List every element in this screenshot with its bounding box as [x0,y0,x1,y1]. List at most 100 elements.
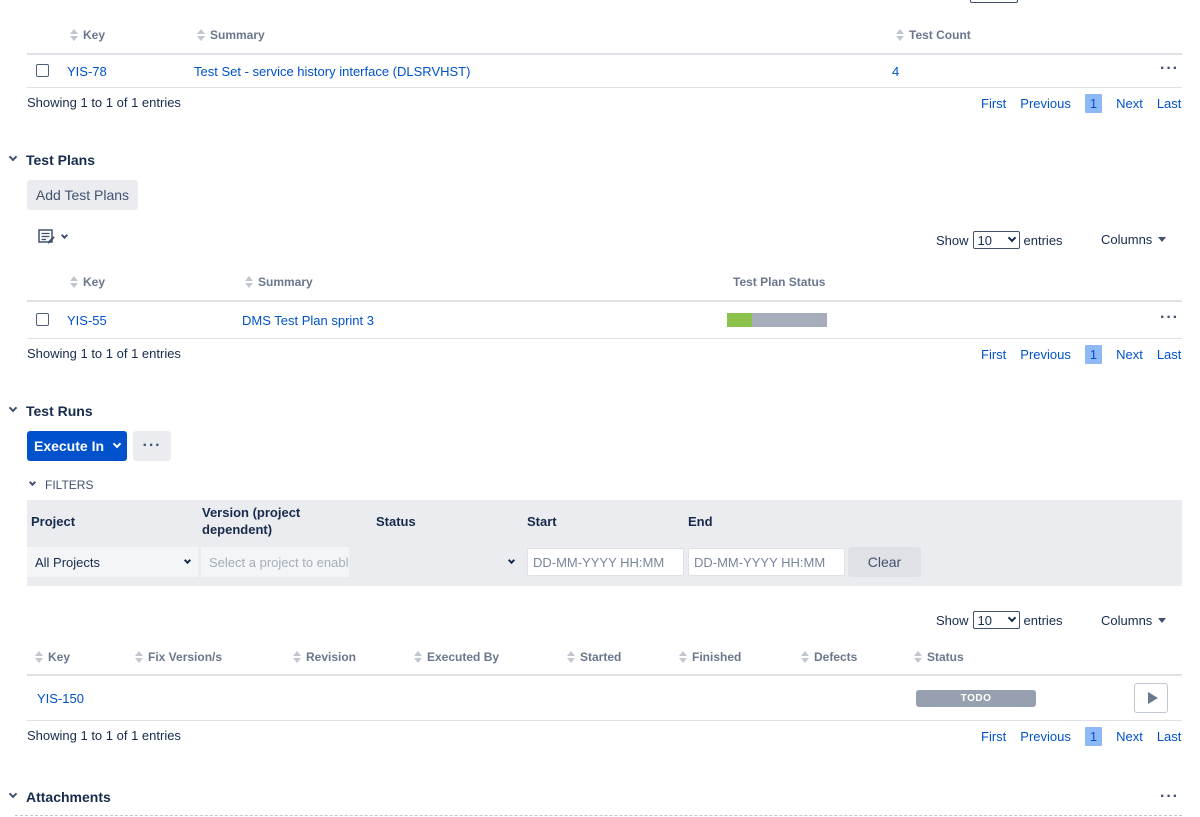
column-header-summary[interactable]: Summary [197,28,265,42]
pager-current-page[interactable]: 1 [1084,727,1103,746]
column-header-finished[interactable]: Finished [679,650,741,664]
column-picker-button[interactable] [38,229,77,245]
test-plans-section-toggle[interactable]: Test Plans [8,152,95,168]
filter-status-label: Status [376,514,416,529]
test-plan-status-bar[interactable] [727,313,827,327]
column-header-summary[interactable]: Summary [245,275,313,289]
chevron-down-icon [8,152,18,162]
status-select[interactable] [376,547,522,577]
pager-previous[interactable]: Previous [1020,347,1071,362]
section-title: Test Plans [26,152,95,168]
caret-down-icon [1158,237,1167,242]
sort-icon [896,29,904,41]
pager-last[interactable]: Last [1157,729,1182,744]
sort-icon [914,651,922,663]
clear-filters-button[interactable]: Clear [848,547,921,577]
test-set-key-link[interactable]: YIS-78 [67,64,107,79]
ellipsis-icon[interactable]: ··· [1160,789,1179,805]
filters-toggle[interactable]: FILTERS [28,478,93,492]
pagination: First Previous 1 Next Last [967,345,1181,364]
execute-run-button[interactable] [1134,683,1168,713]
pager-current-page[interactable]: 1 [1084,94,1103,113]
pager-next[interactable]: Next [1116,96,1143,111]
header-divider [27,674,1182,676]
test-set-summary-link[interactable]: Test Set - service history interface (DL… [194,64,470,79]
test-plan-key-link[interactable]: YIS-55 [67,313,107,328]
column-header-key[interactable]: Key [70,275,105,289]
row-checkbox[interactable] [36,313,49,326]
pagination: First Previous 1 Next Last [967,94,1181,113]
pager-first[interactable]: First [981,347,1006,362]
row-checkbox[interactable] [36,64,49,77]
column-header-status[interactable]: Status [914,650,964,664]
pager-previous[interactable]: Previous [1020,96,1071,111]
section-title: Test Runs [26,403,93,419]
test-count-link[interactable]: 4 [892,64,899,79]
show-entries-select[interactable]: 10 [972,231,1020,249]
start-date-input[interactable]: DD-MM-YYYY HH:MM [527,548,684,576]
execute-in-button[interactable]: Execute In [27,431,127,461]
attachments-dropzone[interactable] [15,815,1182,816]
ellipsis-icon: ··· [142,437,162,454]
sort-icon [414,651,422,663]
column-header-defects[interactable]: Defects [801,650,857,664]
version-select[interactable]: Select a project to enable [201,547,349,577]
sort-icon [679,651,687,663]
show-entries-select-top[interactable] [970,0,1018,3]
pager-next[interactable]: Next [1116,347,1143,362]
column-header-executed-by[interactable]: Executed By [414,650,499,664]
pager-last[interactable]: Last [1157,96,1182,111]
column-header-key[interactable]: Key [70,28,105,42]
sort-icon [70,276,78,288]
column-header-test-plan-status: Test Plan Status [733,275,826,289]
show-entries-control: Show 10 entries [936,231,1063,249]
columns-button[interactable]: Columns [1101,613,1167,628]
chevron-down-icon [8,403,18,413]
ellipsis-icon[interactable]: ··· [1160,61,1179,77]
chevron-down-icon [1007,613,1016,623]
add-test-plans-button[interactable]: Add Test Plans [27,180,138,210]
chevron-down-icon [112,439,122,449]
row-divider [27,87,1182,88]
test-plan-summary-link[interactable]: DMS Test Plan sprint 3 [242,313,374,328]
column-header-revision[interactable]: Revision [293,650,356,664]
pagination: First Previous 1 Next Last [967,727,1181,746]
sort-icon [293,651,301,663]
attachments-section-toggle[interactable]: Attachments [8,789,111,805]
section-title: Attachments [26,789,111,805]
pager-last[interactable]: Last [1157,347,1182,362]
columns-button[interactable]: Columns [1101,232,1167,247]
sort-icon [567,651,575,663]
column-header-key[interactable]: Key [35,650,70,664]
more-actions-button[interactable]: ··· [133,431,171,461]
showing-entries: Showing 1 to 1 of 1 entries [27,728,181,743]
chevron-down-icon [183,556,192,564]
progress-remaining [752,313,827,327]
project-select[interactable]: All Projects [27,547,198,577]
chevron-down-icon [507,556,516,564]
pager-first[interactable]: First [981,96,1006,111]
column-header-test-count[interactable]: Test Count [896,28,971,42]
column-picker-icon [38,229,55,244]
header-divider [27,53,1182,55]
end-date-input[interactable]: DD-MM-YYYY HH:MM [688,548,845,576]
pager-current-page[interactable]: 1 [1084,345,1103,364]
pager-previous[interactable]: Previous [1020,729,1071,744]
column-header-fix-version[interactable]: Fix Version/s [135,650,222,664]
sort-icon [35,651,43,663]
showing-entries: Showing 1 to 1 of 1 entries [27,346,181,361]
test-runs-section-toggle[interactable]: Test Runs [8,403,93,419]
show-entries-select[interactable]: 10 [972,611,1020,629]
row-divider [27,338,1182,339]
pager-first[interactable]: First [981,729,1006,744]
column-header-started[interactable]: Started [567,650,621,664]
pager-next[interactable]: Next [1116,729,1143,744]
test-run-key-link[interactable]: YIS-150 [37,691,84,706]
progress-passed [727,313,752,327]
sort-icon [801,651,809,663]
ellipsis-icon[interactable]: ··· [1160,310,1179,326]
sort-icon [197,29,205,41]
sort-icon [245,276,253,288]
chevron-down-icon [28,478,37,486]
show-entries-control: Show 10 entries [936,611,1063,629]
